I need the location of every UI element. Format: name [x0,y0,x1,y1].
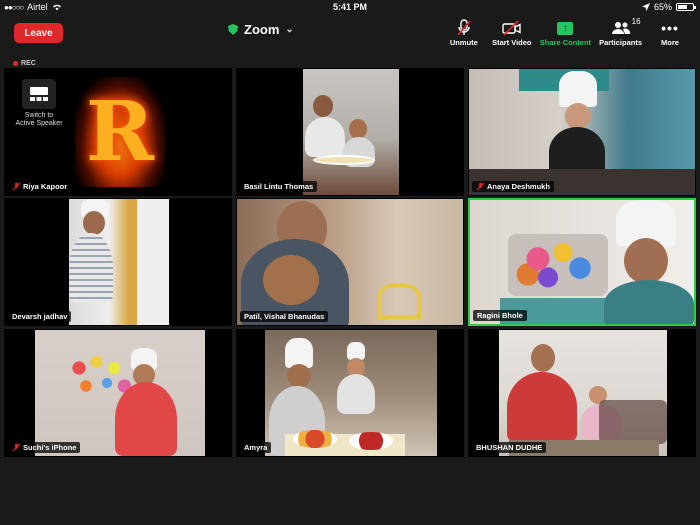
participant-name-tag: Basil Lintu Thomas [240,181,318,192]
participants-label: Participants [599,38,642,47]
status-bar: ●●○○○ Airtel 5:41 PM 65% [0,0,700,14]
muted-microphone-icon [12,182,21,191]
participant-name-tag: Riya Kapoor [8,181,72,192]
switch-view-label: Switch to Active Speaker [15,112,63,127]
recording-label: REC [21,60,36,67]
recording-indicator: REC [13,60,36,67]
participant-video [470,200,694,324]
participant-name: Amyra [244,443,268,452]
microphone-muted-icon [457,19,471,36]
participant-video [303,69,399,195]
participant-video [237,199,463,325]
video-tile-riya-kapoor[interactable]: Switch to Active Speaker R Riya Kapoor [4,68,232,196]
start-video-label: Start Video [492,38,532,47]
share-arrow-icon: ↑ [557,21,574,35]
video-tile-devarsh-jadhav[interactable]: Devarsh jadhav [4,198,232,326]
security-shield-icon [228,24,238,35]
video-tile-patil-vishal-bhanudas[interactable]: Patil, Vishal Bhanudas [236,198,464,326]
video-tile-anaya-deshmukh[interactable]: Anaya Deshmukh [468,68,696,196]
muted-microphone-icon [12,443,21,452]
unmute-label: Unmute [449,38,478,47]
video-camera-off-icon [502,20,521,36]
unmute-button[interactable]: Unmute [444,18,484,47]
video-tile-suchis-iphone[interactable]: Suchi's iPhone [4,329,232,457]
video-tile-ragini-bhole-active-speaker[interactable]: Ragini Bhole [468,198,696,326]
start-video-button[interactable]: Start Video [492,18,532,47]
participant-name: Devarsh jadhav [12,312,68,321]
participant-name: Basil Lintu Thomas [244,182,314,191]
chevron-down-icon: ⌄ [285,24,294,35]
participant-video [265,330,437,456]
grid-view-icon [22,79,56,109]
participant-video [69,199,169,325]
location-arrow-icon [641,3,650,11]
participant-video [499,330,667,456]
participants-button[interactable]: 16 Participants [599,17,642,47]
more-label: More [661,38,679,47]
video-tile-bhushan-dudhe[interactable]: BHUSHAN DUDHE [468,329,696,457]
participant-name: BHUSHAN DUDHE [476,443,543,452]
video-tile-amyra[interactable]: Amyra [236,329,464,457]
record-dot-icon [13,61,18,66]
participant-name-tag: Amyra [240,442,272,453]
participant-video [469,69,695,195]
video-tile-basil-lintu-thomas[interactable]: Basil Lintu Thomas [236,68,464,196]
participant-name: Patil, Vishal Bhanudas [244,312,325,321]
meeting-title-dropdown[interactable]: Zoom ⌄ [228,22,294,37]
participant-name: Riya Kapoor [23,182,68,191]
participant-name-tag: Devarsh jadhav [8,311,72,322]
profile-letter-avatar: R [75,77,165,187]
more-dots-icon: ••• [661,20,679,36]
participant-name-tag: BHUSHAN DUDHE [472,442,547,453]
participant-name-tag: Anaya Deshmukh [472,181,554,192]
participant-name: Ragini Bhole [477,311,523,320]
participants-count: 16 [631,17,641,26]
battery-icon [676,3,696,11]
switch-to-active-speaker-button[interactable]: Switch to Active Speaker [15,79,63,128]
participant-name-tag: Suchi's iPhone [8,442,81,453]
muted-microphone-icon [476,182,485,191]
participant-video [35,330,205,456]
clock: 5:41 PM [332,2,367,12]
more-button[interactable]: ••• More [650,18,690,47]
participant-name-tag: Patil, Vishal Bhanudas [240,311,329,322]
meeting-title: Zoom [244,22,280,37]
battery-percent: 65% [653,2,672,12]
share-content-button[interactable]: ↑ Share Content [540,18,591,47]
leave-button[interactable]: Leave [14,23,63,43]
participant-name: Suchi's iPhone [23,443,77,452]
meeting-toolbar: Leave Zoom ⌄ Unmute Start Video ↑ Share … [0,14,700,54]
participant-name-tag: Ragini Bhole [473,310,527,321]
share-content-label: Share Content [539,38,592,47]
participant-name: Anaya Deshmukh [487,182,550,191]
participants-icon [611,22,630,34]
